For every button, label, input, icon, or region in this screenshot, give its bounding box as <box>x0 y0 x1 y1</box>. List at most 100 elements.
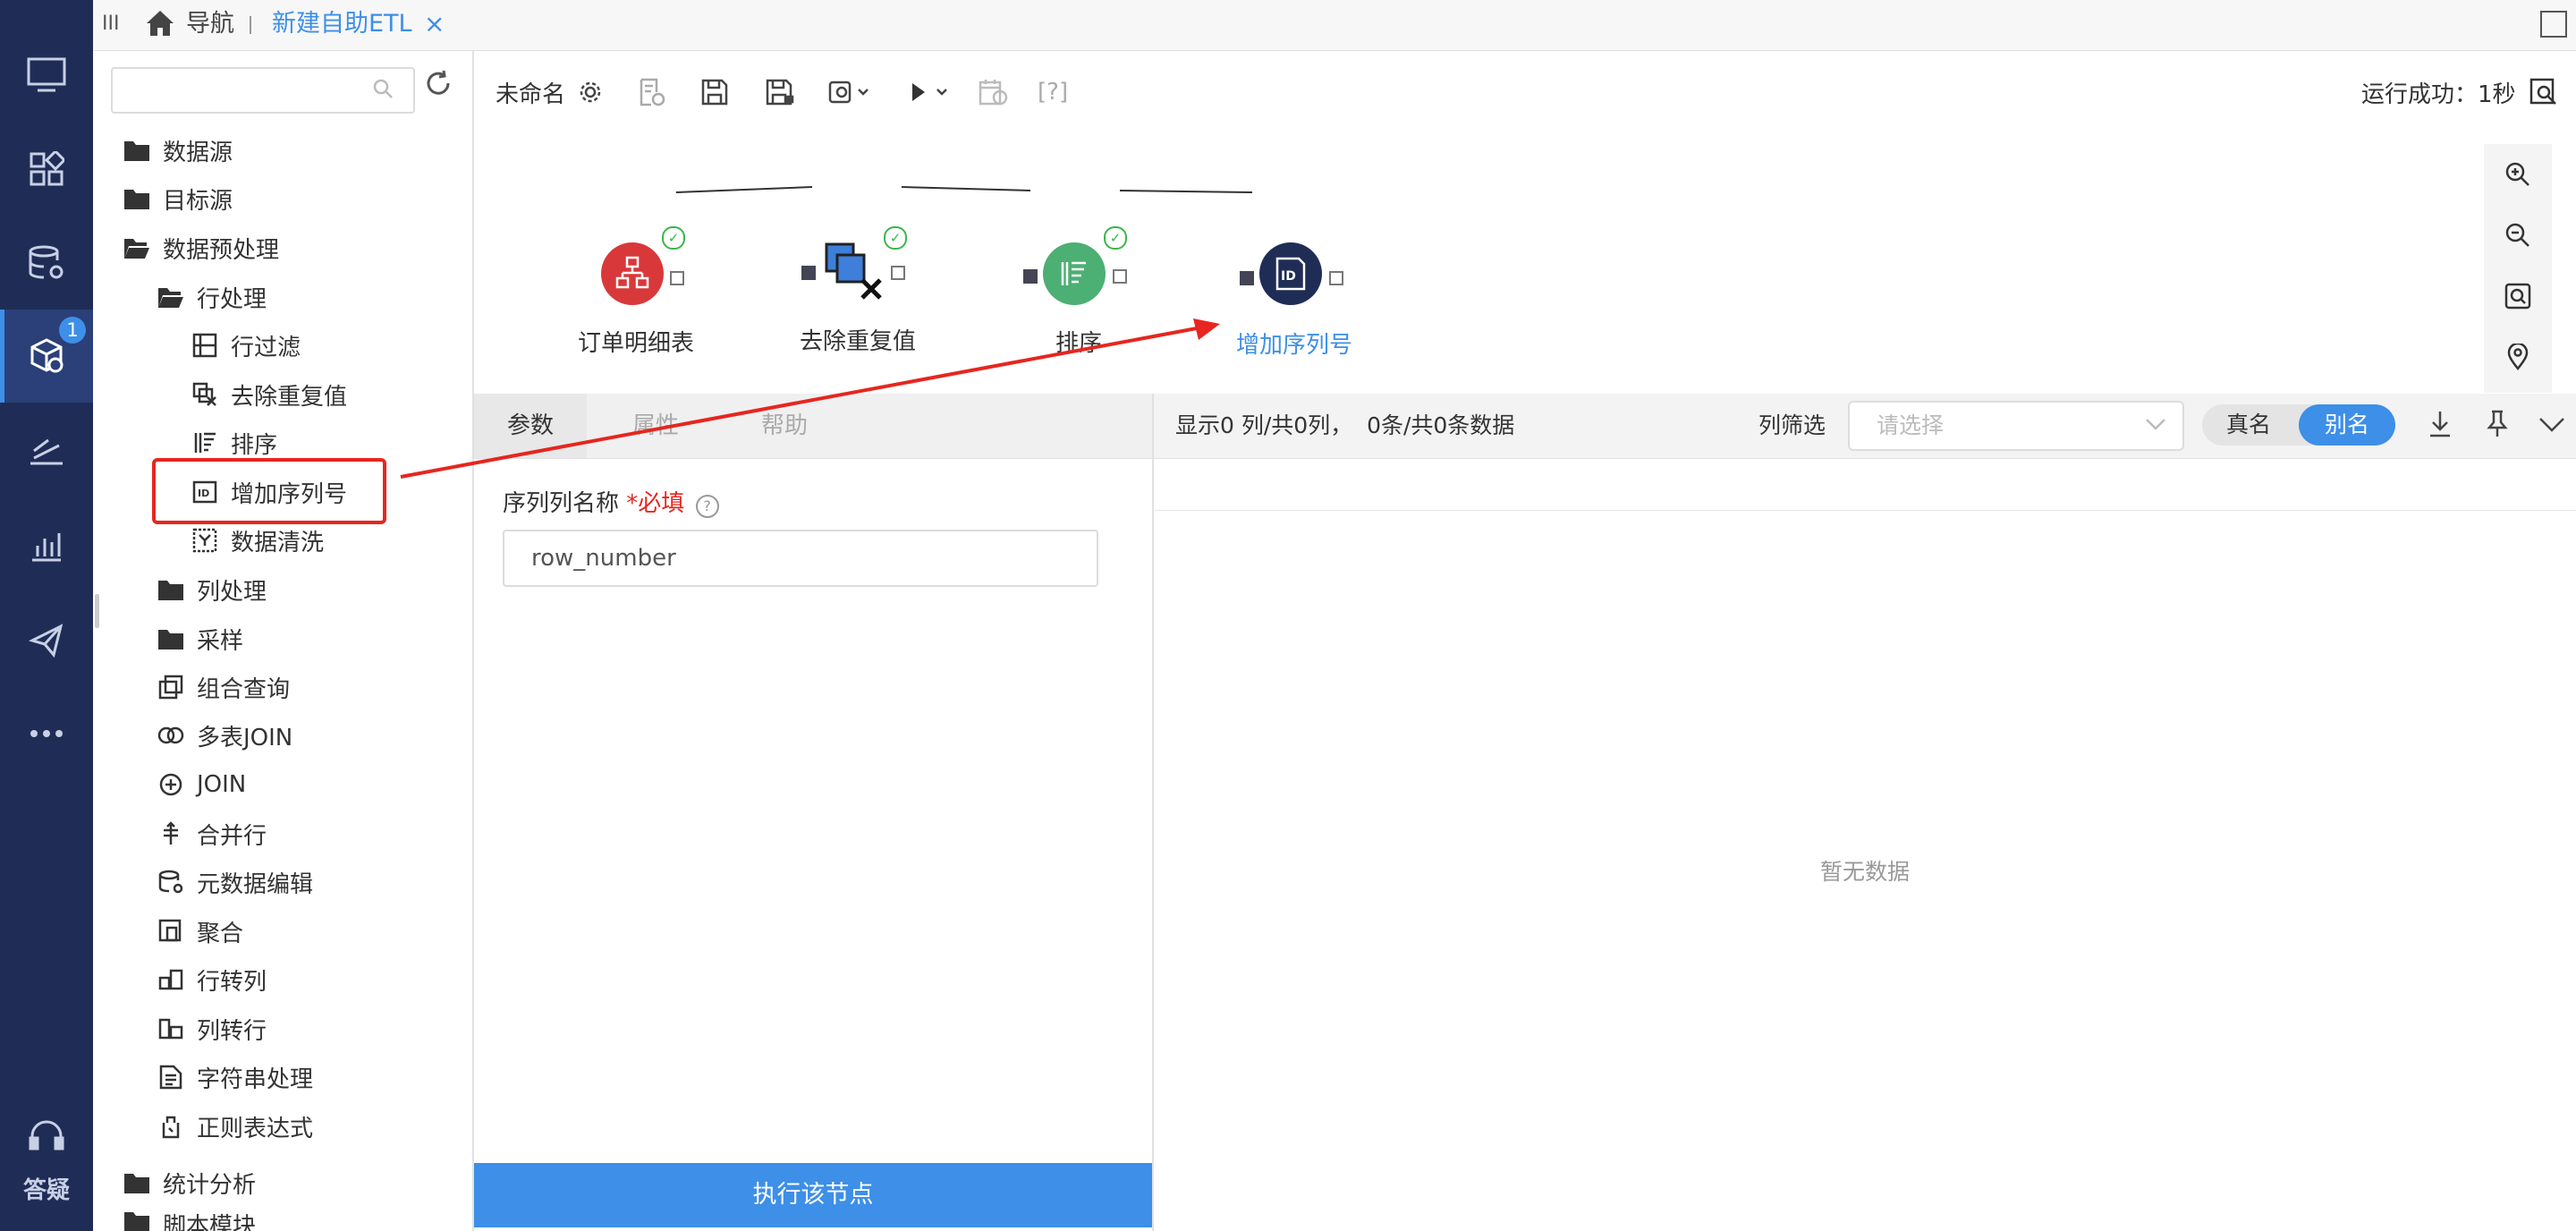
sequence-column-input[interactable] <box>503 530 1098 587</box>
tree-search-input[interactable] <box>111 67 415 114</box>
sort-icon <box>191 429 218 456</box>
select-placeholder: 请选择 <box>1877 412 1945 438</box>
fit-view-icon[interactable] <box>2502 280 2534 312</box>
tree-item-preprocess[interactable]: 数据预处理 <box>123 224 279 272</box>
tree-item-aggregate[interactable]: 聚合 <box>157 907 243 955</box>
tree-item-dedupe[interactable]: 去除重复值 <box>191 370 347 419</box>
log-search-icon[interactable] <box>2529 67 2558 117</box>
download-icon[interactable] <box>2428 410 2453 442</box>
column-filter-label: 列筛选 <box>1758 412 1826 438</box>
notification-badge: 1 <box>59 317 86 344</box>
node-order-detail[interactable] <box>601 242 664 305</box>
tree-item-label: 列转行 <box>197 1017 267 1045</box>
node-add-serial[interactable]: ID <box>1259 242 1322 305</box>
tree-item-label: 统计分析 <box>163 1171 257 1199</box>
output-port[interactable] <box>670 271 684 285</box>
locate-icon[interactable] <box>2502 341 2534 373</box>
string-icon <box>157 1064 184 1091</box>
tree-item-target[interactable]: 目标源 <box>123 174 233 223</box>
tab-params[interactable]: 参数 <box>474 394 587 458</box>
search-icon[interactable] <box>372 78 394 103</box>
real-name-option[interactable]: 真名 <box>2202 404 2295 446</box>
input-port[interactable] <box>1240 271 1254 285</box>
tree-item-script[interactable]: 脚本模块 <box>123 1208 256 1231</box>
data-summary: 显示0 列/共0列， 0条/共0条数据 <box>1175 412 1515 438</box>
tree-item-multi-join[interactable]: 多表JOIN <box>157 711 292 760</box>
node-label: 排序 <box>1055 330 1103 357</box>
tree-item-row-to-col[interactable]: 行转列 <box>157 955 267 1004</box>
zoom-in-icon[interactable] <box>2502 158 2534 191</box>
field-label-row: 序列列名称 *必填 ? <box>503 485 719 518</box>
tree-item-label: 合并行 <box>197 822 267 850</box>
output-port[interactable] <box>1113 269 1127 284</box>
success-check-icon: ✓ <box>884 226 907 250</box>
tab-help[interactable]: 帮助 <box>728 394 841 458</box>
folder-open-icon <box>123 234 150 261</box>
reports-icon[interactable] <box>0 404 93 497</box>
pin-icon[interactable] <box>2485 410 2510 442</box>
column-filter-select[interactable]: 请选择 <box>1848 401 2184 451</box>
tree-item-row-filter[interactable]: 行过滤 <box>191 321 301 369</box>
output-port[interactable] <box>1329 271 1343 285</box>
tab-home[interactable]: 导航 <box>186 0 234 50</box>
menu-toggle-icon[interactable]: III <box>102 0 119 50</box>
send-icon[interactable] <box>0 594 93 687</box>
database-settings-icon[interactable] <box>0 216 93 310</box>
input-port[interactable] <box>1023 269 1038 284</box>
combo-query-icon <box>157 674 184 700</box>
name-alias-toggle[interactable]: 真名 别名 <box>2202 404 2395 446</box>
tree-item-label: 聚合 <box>197 920 244 947</box>
tree-item-sampling[interactable]: 采样 <box>157 615 243 663</box>
tree-item-combo-query[interactable]: 组合查询 <box>157 663 290 711</box>
help-label[interactable]: 答疑 <box>0 1172 93 1205</box>
folder-icon <box>123 1208 150 1231</box>
folder-icon <box>123 185 150 212</box>
main-nav: 1 答疑 <box>0 0 93 1231</box>
tree-item-column-process[interactable]: 列处理 <box>157 565 267 614</box>
run-node-button[interactable]: 执行该节点 <box>474 1163 1152 1227</box>
tree-item-label: 多表JOIN <box>197 724 293 751</box>
monitor-icon[interactable] <box>0 29 93 122</box>
help-question-icon[interactable]: ? <box>695 495 719 518</box>
tree-item-merge-rows[interactable]: 合并行 <box>157 810 267 858</box>
tree-item-label: 脚本模块 <box>163 1213 257 1231</box>
tree-item-label: 排序 <box>231 431 278 459</box>
tree-item-string[interactable]: 字符串处理 <box>157 1053 313 1101</box>
home-icon[interactable] <box>145 9 175 41</box>
tree-item-label: JOIN <box>197 771 247 798</box>
output-port[interactable] <box>891 266 905 280</box>
etl-canvas[interactable]: 未命名 [?] 运行成功：1秒 ✓ 订单明细表 ✓ 去除重复值 ✓ 排序 ID … <box>474 51 2576 393</box>
tree-item-label: 列处理 <box>197 578 267 606</box>
more-icon[interactable] <box>0 687 93 780</box>
maximize-icon[interactable] <box>2540 11 2567 38</box>
component-tree: 数据源 目标源 数据预处理 行处理 行过滤 去除重复值 排序 ID 增加序列号 … <box>93 51 474 1231</box>
tree-item-join[interactable]: JOIN <box>157 760 246 809</box>
node-dedupe[interactable] <box>821 239 889 307</box>
chart-icon[interactable] <box>0 499 93 592</box>
tree-item-label: 正则表达式 <box>197 1115 314 1142</box>
splitter-handle[interactable] <box>95 594 99 628</box>
input-port[interactable] <box>801 266 816 280</box>
refresh-icon[interactable] <box>424 69 453 101</box>
help-headset-icon[interactable] <box>27 1116 66 1159</box>
metadata-icon <box>157 869 184 896</box>
tree-item-datasource[interactable]: 数据源 <box>123 126 233 174</box>
close-tab-icon[interactable]: × <box>424 0 445 50</box>
tree-item-statistics[interactable]: 统计分析 <box>123 1159 256 1207</box>
tree-item-label: 数据源 <box>163 139 233 166</box>
multi-join-icon <box>157 722 184 749</box>
apps-icon[interactable] <box>0 123 93 216</box>
tree-item-col-to-row[interactable]: 列转行 <box>157 1005 267 1053</box>
node-sort[interactable] <box>1043 242 1106 305</box>
row-filter-icon <box>191 332 218 359</box>
zoom-out-icon[interactable] <box>2502 219 2534 251</box>
tree-item-regex[interactable]: 正则表达式 <box>157 1102 313 1150</box>
tab-new-etl[interactable]: 新建自助ETL <box>272 0 412 50</box>
collapse-chevron-icon[interactable] <box>2538 413 2565 438</box>
tree-item-metadata[interactable]: 元数据编辑 <box>157 858 313 906</box>
tab-divider <box>250 16 251 34</box>
alias-option[interactable]: 别名 <box>2299 404 2395 446</box>
flow-connectors <box>675 186 1253 193</box>
tab-properties[interactable]: 属性 <box>599 394 712 458</box>
tree-item-row-process[interactable]: 行处理 <box>157 273 267 321</box>
